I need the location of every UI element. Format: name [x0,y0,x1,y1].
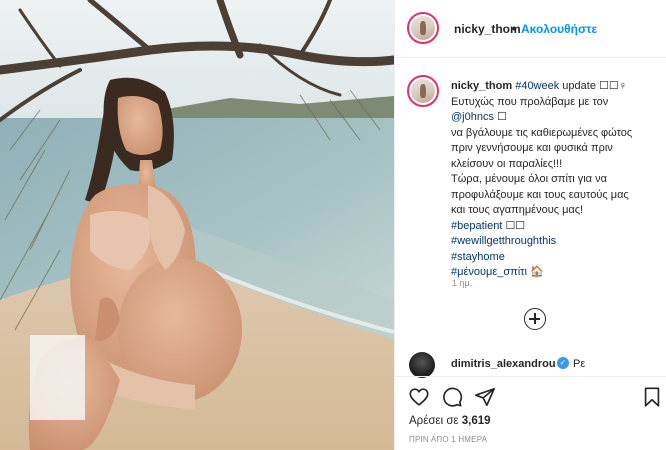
comment-row: dimitris_alexandrou ✓ Ρε [395,350,666,378]
mention-link[interactable]: @j0hncs [451,111,494,123]
caption-line8: προφυλάξουμε και τους εαυτούς μας [451,188,629,201]
caption-line2: Ευτυχώς που προλάβαμε με τον [451,95,609,108]
caption-time-ago[interactable]: 1 ημ. [452,278,472,288]
caption-avatar[interactable] [407,75,439,107]
caption-line5: πριν γεννήσουμε και φυσικά πριν [451,142,613,154]
caption-line4: να βγάλουμε τις καθιερωμένες φώτος [451,126,633,139]
posted-time[interactable]: ΠΡΙΝ ΑΠΟ 1 ΗΜΕΡΑ [409,435,487,444]
commenter-avatar[interactable] [409,352,435,378]
caption-line7: Τώρα, μένουμε όλοι σπίτι για να [451,173,607,185]
caption-username[interactable]: nicky_thom [451,80,512,92]
follow-separator: • [512,22,517,36]
caption-line1-rest: update ☐☐♀ [559,80,627,92]
likes-prefix: Αρέσει σε [409,415,462,427]
hashtag-wewillgetthroughthis[interactable]: #wewillgetthroughthis [451,235,556,247]
post-header: nicky_thom • Ακολουθήστε [395,0,666,58]
post-actions: Αρέσει σε 3,619 ΠΡΙΝ ΑΠΟ 1 ΗΜΕΡΑ [395,376,666,450]
header-username[interactable]: nicky_thom [454,22,521,36]
header-avatar[interactable] [407,12,439,44]
likes-count: 3,619 [461,415,491,427]
hashtag-40week[interactable]: #40week [515,80,559,92]
load-more-comments-icon[interactable] [524,308,546,330]
mention-suffix: ☐ [493,111,507,123]
save-bookmark-icon[interactable] [641,386,663,408]
beach-photo-illustration [0,0,394,450]
hashtag-bepatient[interactable]: #bepatient [451,220,502,232]
tag1-suffix: ☐☐ [502,219,526,232]
hashtag-stayhome[interactable]: #stayhome [451,251,505,263]
post-caption: nicky_thom #40week update ☐☐♀ Ευτυχώς πο… [451,79,656,281]
verified-badge-icon: ✓ [557,357,569,369]
likes-count-label[interactable]: Αρέσει σε 3,619 [409,415,491,427]
tag4-suffix: 🏠 [526,266,544,278]
follow-button[interactable]: Ακολουθήστε [521,22,597,36]
like-heart-icon[interactable] [408,386,430,408]
post-side-panel: nicky_thom • Ακολουθήστε nicky_thom #40w… [394,0,666,450]
caption-line9: και τους αγαπημένους μας! [451,204,584,216]
share-send-icon[interactable] [474,386,496,408]
hashtag-menoume-spiti[interactable]: #μένουμε_σπίτι [451,266,527,278]
comment-text: Ρε [573,358,586,370]
commenter-username[interactable]: dimitris_alexandrou [451,358,556,370]
caption-line6: κλείσουν οι παραλίες!!! [451,157,563,170]
post-photo[interactable] [0,0,394,450]
comment-bubble-icon[interactable] [441,386,463,408]
